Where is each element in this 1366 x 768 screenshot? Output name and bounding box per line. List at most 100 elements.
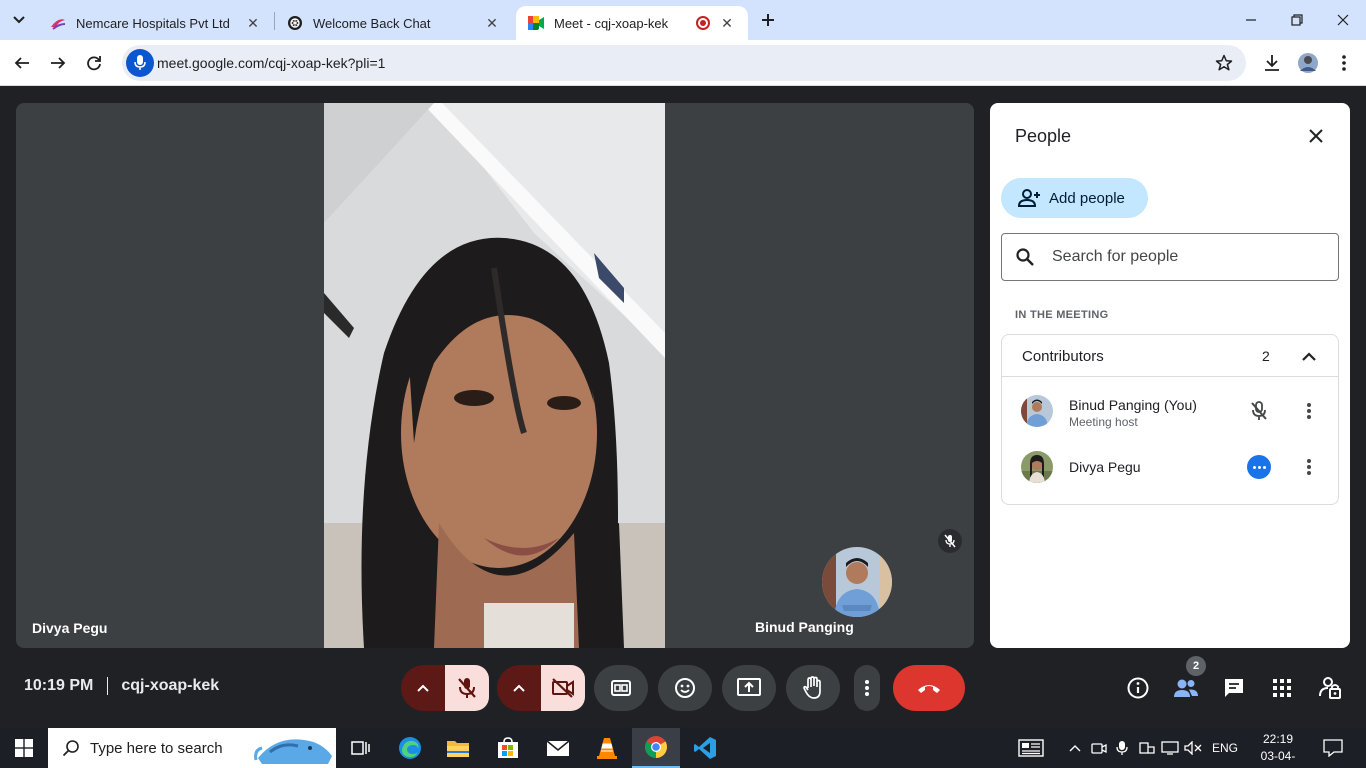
edge-app[interactable] <box>386 728 434 768</box>
chrome-app[interactable] <box>632 728 680 768</box>
more-options-icon[interactable] <box>1299 399 1319 423</box>
self-view-tile[interactable]: Binud Panging <box>739 516 974 648</box>
nemcare-favicon-icon <box>50 15 66 31</box>
more-options-icon[interactable] <box>1299 455 1319 479</box>
notifications-button[interactable] <box>1322 738 1344 758</box>
file-explorer-app[interactable] <box>434 728 482 768</box>
vlc-cone-icon <box>597 738 617 759</box>
browser-tab-meet[interactable]: Meet - cqj-xoap-kek ✕ <box>516 6 748 40</box>
participant-tile-main[interactable]: Divya Pegu Binud Panging <box>16 103 974 648</box>
tab-close-icon[interactable]: ✕ <box>483 14 501 32</box>
windows-logo-icon <box>15 739 33 757</box>
mic-off-icon <box>458 678 476 698</box>
browser-tab-welcome-back-chat[interactable]: Welcome Back Chat ✕ <box>275 6 513 40</box>
chat-icon <box>1225 679 1243 697</box>
store-icon <box>498 737 518 758</box>
meeting-code: cqj-xoap-kek <box>121 677 220 694</box>
meeting-time: 10:19 PM <box>24 677 94 694</box>
download-icon <box>1265 55 1279 71</box>
chevron-up-icon[interactable] <box>1065 738 1085 758</box>
system-clock[interactable]: 22:19 03-04-2025 <box>1252 731 1304 768</box>
task-view-icon <box>351 741 370 755</box>
camera-toggle-button[interactable] <box>541 665 585 711</box>
profile-button[interactable] <box>1294 49 1322 77</box>
participant-row[interactable]: Binud Panging (You) Meeting host <box>1002 383 1338 439</box>
activities-button[interactable] <box>1269 675 1295 701</box>
host-controls-icon <box>1319 677 1341 699</box>
task-view-button[interactable] <box>336 728 384 768</box>
tab-close-icon[interactable]: ✕ <box>244 14 262 32</box>
back-button[interactable] <box>8 49 36 77</box>
avatar <box>822 547 892 617</box>
raise-hand-button[interactable] <box>786 665 840 711</box>
meeting-info: 10:19 PM cqj-xoap-kek <box>24 677 219 695</box>
minimize-button[interactable] <box>1236 6 1266 34</box>
mic-off-icon[interactable] <box>1247 399 1271 423</box>
leave-call-button[interactable] <box>893 665 965 711</box>
chat-button[interactable] <box>1221 675 1247 701</box>
input-language[interactable]: ENG <box>1212 741 1238 755</box>
star-icon <box>1215 54 1233 71</box>
close-window-button[interactable] <box>1328 6 1358 34</box>
participant-video <box>324 103 665 648</box>
taskbar-search-box[interactable]: Type here to search <box>48 728 336 768</box>
participant-row[interactable]: Divya Pegu <box>1002 439 1338 495</box>
video-settings-button[interactable] <box>497 665 541 711</box>
browser-tab-nemcare[interactable]: Nemcare Hospitals Pvt Ltd ✕ <box>38 6 274 40</box>
reload-button[interactable] <box>80 49 108 77</box>
address-bar[interactable]: meet.google.com/cqj-xoap-kek?pli=1 <box>122 45 1246 81</box>
reactions-button[interactable] <box>658 665 712 711</box>
participant-name: Divya Pegu <box>1069 459 1141 475</box>
taskbar-search-placeholder: Type here to search <box>90 739 223 757</box>
arrow-right-icon <box>51 57 66 69</box>
people-button[interactable] <box>1173 675 1199 701</box>
restore-button[interactable] <box>1282 6 1312 34</box>
search-people-input[interactable] <box>1052 246 1322 268</box>
chevron-up-icon[interactable] <box>1298 345 1320 367</box>
downloads-button[interactable] <box>1258 49 1286 77</box>
network-icon[interactable] <box>1160 738 1180 758</box>
windows-taskbar: Type here to search ENG 22:19 03-04- <box>0 728 1366 768</box>
mic-off-icon <box>944 534 956 548</box>
microphone-in-use-icon[interactable] <box>1112 738 1132 758</box>
browser-menu-button[interactable] <box>1330 49 1358 77</box>
vlc-app[interactable] <box>583 728 631 768</box>
edge-icon <box>399 737 421 759</box>
present-screen-button[interactable] <box>722 665 776 711</box>
host-controls-button[interactable] <box>1317 675 1343 701</box>
microsoft-store-app[interactable] <box>484 728 532 768</box>
volume-muted-icon[interactable] <box>1183 738 1203 758</box>
tab-close-icon[interactable]: ✕ <box>718 14 736 32</box>
more-options-button[interactable] <box>854 665 880 711</box>
start-button[interactable] <box>0 728 48 768</box>
search-highlight-icon <box>252 730 334 768</box>
participant-name: Binud Panging (You) <box>1069 397 1197 413</box>
captions-button[interactable] <box>594 665 648 711</box>
meet-stage: Divya Pegu Binud Panging People Add peop… <box>0 87 1366 728</box>
clock-date: 03-04-2025 <box>1260 749 1296 768</box>
add-people-button[interactable]: Add people <box>1001 178 1148 218</box>
camera-in-use-icon[interactable] <box>1089 738 1109 758</box>
bookmark-star-button[interactable] <box>1214 53 1234 73</box>
tab-search-button[interactable] <box>6 8 32 32</box>
new-tab-button[interactable] <box>756 8 780 32</box>
vscode-app[interactable] <box>681 728 729 768</box>
google-meet-favicon-icon <box>528 15 544 31</box>
audio-settings-button[interactable] <box>401 665 445 711</box>
forward-button[interactable] <box>44 49 72 77</box>
location-in-use-icon[interactable] <box>1137 738 1157 758</box>
participant-count-badge: 2 <box>1186 656 1206 676</box>
person-add-icon <box>1017 188 1041 208</box>
speaking-indicator-icon <box>1247 455 1271 479</box>
hand-icon <box>803 676 821 699</box>
chevron-up-icon <box>513 684 525 692</box>
contributors-header[interactable]: Contributors 2 <box>1002 335 1338 377</box>
meeting-details-button[interactable] <box>1125 675 1151 701</box>
close-panel-button[interactable] <box>1304 124 1328 148</box>
voice-search-button[interactable] <box>126 49 154 77</box>
mail-app[interactable] <box>534 728 582 768</box>
search-icon <box>1016 248 1034 271</box>
microphone-toggle-button[interactable] <box>445 665 489 711</box>
tab-title: Welcome Back Chat <box>313 15 431 31</box>
news-widget-icon[interactable] <box>1018 738 1044 758</box>
